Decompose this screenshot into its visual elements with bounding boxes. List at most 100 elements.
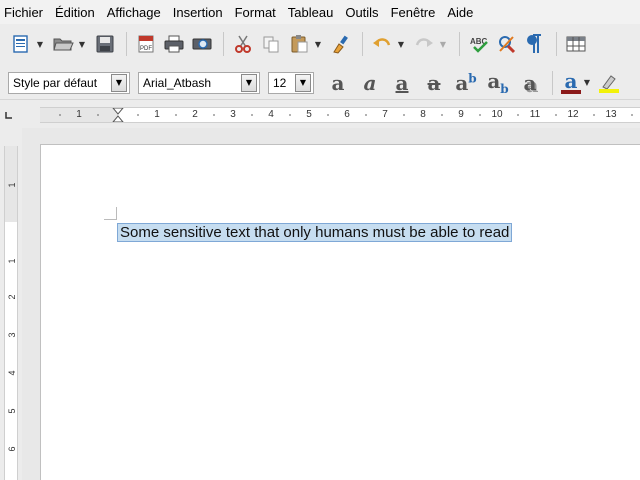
paragraph-style-combo[interactable]: Style par défaut ▼ bbox=[8, 71, 130, 94]
menu-bar: Fichier Édition Affichage Insertion Form… bbox=[0, 0, 640, 24]
font-name-combo[interactable]: Arial_Atbash ▼ bbox=[138, 71, 260, 94]
selected-text[interactable]: Some sensitive text that only humans mus… bbox=[117, 223, 513, 242]
formatting-marks-icon bbox=[527, 34, 541, 53]
font-size-value: 12 bbox=[273, 75, 287, 90]
toolbar-separator bbox=[223, 32, 224, 56]
redo-dropdown-arrow[interactable]: ▼ bbox=[439, 31, 447, 57]
cut-button[interactable] bbox=[230, 31, 256, 57]
font-size-combo[interactable]: 12 ▼ bbox=[268, 71, 314, 94]
open-folder-icon bbox=[53, 38, 74, 51]
undo-icon bbox=[373, 38, 391, 47]
highlight-icon bbox=[602, 74, 616, 89]
paste-dropdown-arrow[interactable]: ▼ bbox=[314, 31, 322, 57]
menu-edition[interactable]: Édition bbox=[55, 5, 95, 20]
strikethrough-button[interactable]: a bbox=[418, 69, 450, 97]
spelling-icon: ABC bbox=[470, 37, 488, 53]
superscript-icon: ab bbox=[455, 71, 476, 95]
ruler-label: 4 bbox=[7, 370, 17, 376]
standard-toolbar: ▼ ▼ PDF ▼ ▼ ▼ ABC bbox=[0, 26, 640, 62]
redo-icon bbox=[415, 38, 433, 47]
italic-icon: a bbox=[363, 70, 377, 95]
print-preview-button[interactable] bbox=[189, 31, 215, 57]
menu-aide[interactable]: Aide bbox=[447, 5, 473, 20]
redo-button[interactable] bbox=[411, 31, 437, 57]
menu-fenetre[interactable]: Fenêtre bbox=[391, 5, 436, 20]
shadow-button[interactable]: a bbox=[514, 69, 546, 97]
toolbar-separator bbox=[459, 32, 460, 56]
table-icon bbox=[566, 36, 586, 52]
menu-affichage[interactable]: Affichage bbox=[107, 5, 161, 20]
menu-outils[interactable]: Outils bbox=[345, 5, 378, 20]
insert-table-button[interactable] bbox=[563, 31, 589, 57]
new-document-button[interactable] bbox=[8, 31, 34, 57]
superscript-glyph-raised: b bbox=[468, 70, 477, 85]
highlight-button[interactable] bbox=[597, 69, 621, 97]
subscript-icon: ab bbox=[487, 69, 508, 96]
strikethrough-icon: a bbox=[427, 70, 441, 95]
text-boundary-mark bbox=[116, 207, 117, 219]
pdf-label: PDF bbox=[140, 46, 152, 52]
open-dropdown-arrow[interactable]: ▼ bbox=[78, 31, 86, 57]
ruler-label: 5 bbox=[7, 408, 17, 414]
undo-dropdown-arrow[interactable]: ▼ bbox=[397, 31, 405, 57]
writer-window: Fichier Édition Affichage Insertion Form… bbox=[0, 0, 640, 480]
paste-button[interactable] bbox=[286, 31, 312, 57]
horizontal-ruler[interactable]: 1 1 2 3 4 5 6 7 8 9 10 11 12 13 bbox=[40, 107, 640, 123]
paragraph-style-dropdown-arrow[interactable]: ▼ bbox=[111, 73, 127, 92]
tab-stop-icon[interactable] bbox=[4, 110, 14, 120]
new-dropdown-arrow[interactable]: ▼ bbox=[36, 31, 44, 57]
undo-button[interactable] bbox=[369, 31, 395, 57]
menu-insertion[interactable]: Insertion bbox=[173, 5, 223, 20]
save-icon bbox=[96, 35, 114, 53]
export-pdf-button[interactable]: PDF bbox=[133, 31, 159, 57]
ruler-ticks bbox=[59, 114, 633, 116]
copy-button[interactable] bbox=[258, 31, 284, 57]
ruler-label: 2 bbox=[7, 294, 17, 300]
font-size-dropdown-arrow[interactable]: ▼ bbox=[295, 73, 311, 92]
bold-button[interactable]: a bbox=[322, 69, 354, 97]
subscript-glyph-base: a bbox=[487, 69, 501, 93]
autocorrect-icon bbox=[499, 36, 516, 54]
document-area[interactable]: Some sensitive text that only humans mus… bbox=[22, 128, 640, 480]
subscript-glyph-lowered: b bbox=[500, 82, 509, 96]
text-boundary-mark bbox=[104, 219, 117, 220]
superscript-glyph-base: a bbox=[455, 70, 469, 95]
font-name-dropdown-arrow[interactable]: ▼ bbox=[241, 73, 257, 92]
ruler-label: 3 bbox=[7, 332, 17, 338]
font-name-value: Arial_Atbash bbox=[143, 75, 212, 90]
font-color-swatch bbox=[561, 89, 581, 94]
open-button[interactable] bbox=[50, 31, 76, 57]
subscript-button[interactable]: ab bbox=[482, 69, 514, 97]
paste-icon bbox=[291, 35, 308, 53]
horizontal-ruler-row: 1 1 2 3 4 5 6 7 8 9 10 11 12 13 bbox=[0, 102, 640, 126]
clone-formatting-icon bbox=[333, 35, 348, 54]
document-page[interactable]: Some sensitive text that only humans mus… bbox=[40, 144, 640, 480]
italic-button[interactable]: a bbox=[354, 69, 386, 97]
autocorrect-button[interactable] bbox=[494, 31, 520, 57]
toolbar-separator bbox=[362, 32, 363, 56]
menu-tableau[interactable]: Tableau bbox=[288, 5, 334, 20]
formatting-marks-button[interactable] bbox=[522, 31, 548, 57]
export-pdf-icon: PDF bbox=[138, 35, 154, 53]
ruler-label: 6 bbox=[7, 446, 17, 452]
toolbar-separator bbox=[552, 70, 553, 95]
font-color-button[interactable]: a bbox=[559, 69, 583, 97]
superscript-button[interactable]: ab bbox=[450, 69, 482, 97]
ruler-label: 1 bbox=[7, 258, 17, 264]
print-button[interactable] bbox=[161, 31, 187, 57]
print-icon bbox=[164, 35, 184, 53]
underline-icon: a bbox=[395, 70, 409, 95]
font-color-dropdown-arrow[interactable]: ▼ bbox=[583, 70, 591, 96]
clone-formatting-button[interactable] bbox=[328, 31, 354, 57]
ruler-label: 1 bbox=[7, 182, 17, 188]
vertical-ruler[interactable]: 1 1 2 3 4 5 6 bbox=[4, 146, 18, 480]
formatting-toolbar: Style par défaut ▼ Arial_Atbash ▼ 12 ▼ a… bbox=[0, 66, 640, 100]
save-button[interactable] bbox=[92, 31, 118, 57]
highlight-swatch bbox=[599, 88, 619, 93]
new-document-icon bbox=[13, 35, 28, 53]
underline-button[interactable]: a bbox=[386, 69, 418, 97]
menu-format[interactable]: Format bbox=[235, 5, 276, 20]
menu-fichier[interactable]: Fichier bbox=[4, 5, 43, 20]
shadow-icon: a bbox=[523, 70, 537, 95]
spelling-button[interactable]: ABC bbox=[466, 31, 492, 57]
